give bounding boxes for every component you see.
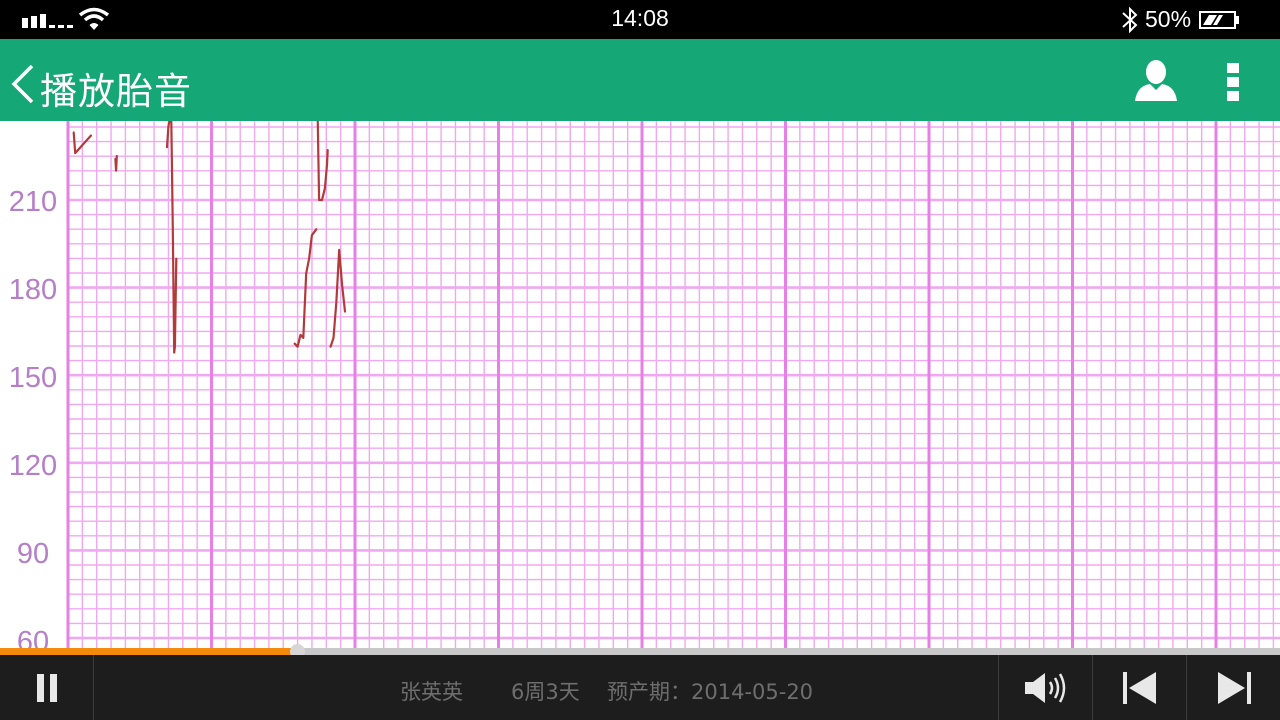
y-tick-label: 90 (17, 538, 49, 570)
user-icon[interactable] (1133, 59, 1179, 103)
previous-button[interactable] (1093, 655, 1186, 720)
more-vertical-icon[interactable] (1224, 61, 1244, 103)
fetal-heart-chart: 210 180 150 120 90 60 (0, 121, 1280, 648)
divider (93, 655, 94, 720)
previous-icon (1122, 671, 1156, 704)
app-bar: 播放胎音 (0, 39, 1280, 121)
progress-fill (0, 648, 297, 655)
bluetooth-icon (1122, 6, 1138, 34)
heart-rate-trace (114, 154, 118, 172)
next-button[interactable] (1187, 655, 1280, 720)
chart-svg: 210 180 150 120 90 60 (9, 121, 1280, 648)
battery-percentage: 50% (1145, 6, 1192, 32)
y-tick-label: 180 (9, 274, 57, 306)
status-bar: 14:08 50% (0, 0, 1280, 39)
battery-icon (1199, 11, 1239, 29)
back-arrow-icon[interactable] (8, 64, 38, 104)
pause-icon (36, 673, 57, 702)
status-time: 14:08 (611, 5, 669, 31)
volume-button[interactable] (999, 655, 1092, 720)
pause-button[interactable] (0, 655, 93, 720)
gestation-age: 6周3天 (511, 680, 580, 704)
y-tick-label: 120 (9, 450, 57, 482)
bottom-control-bar: 张英英 6周3天 预产期：2014-05-20 (0, 655, 1280, 720)
due-date: 预产期：2014-05-20 (607, 680, 814, 704)
y-tick-label: 150 (9, 362, 57, 394)
y-tick-label: 210 (9, 186, 57, 218)
page-title: 播放胎音 (40, 70, 192, 113)
patient-name: 张英英 (400, 680, 463, 704)
playback-progress[interactable] (0, 644, 1280, 659)
y-tick-label: 60 (17, 626, 49, 648)
heart-rate-trace (329, 248, 347, 348)
next-icon (1217, 671, 1251, 704)
volume-icon (1024, 672, 1065, 703)
